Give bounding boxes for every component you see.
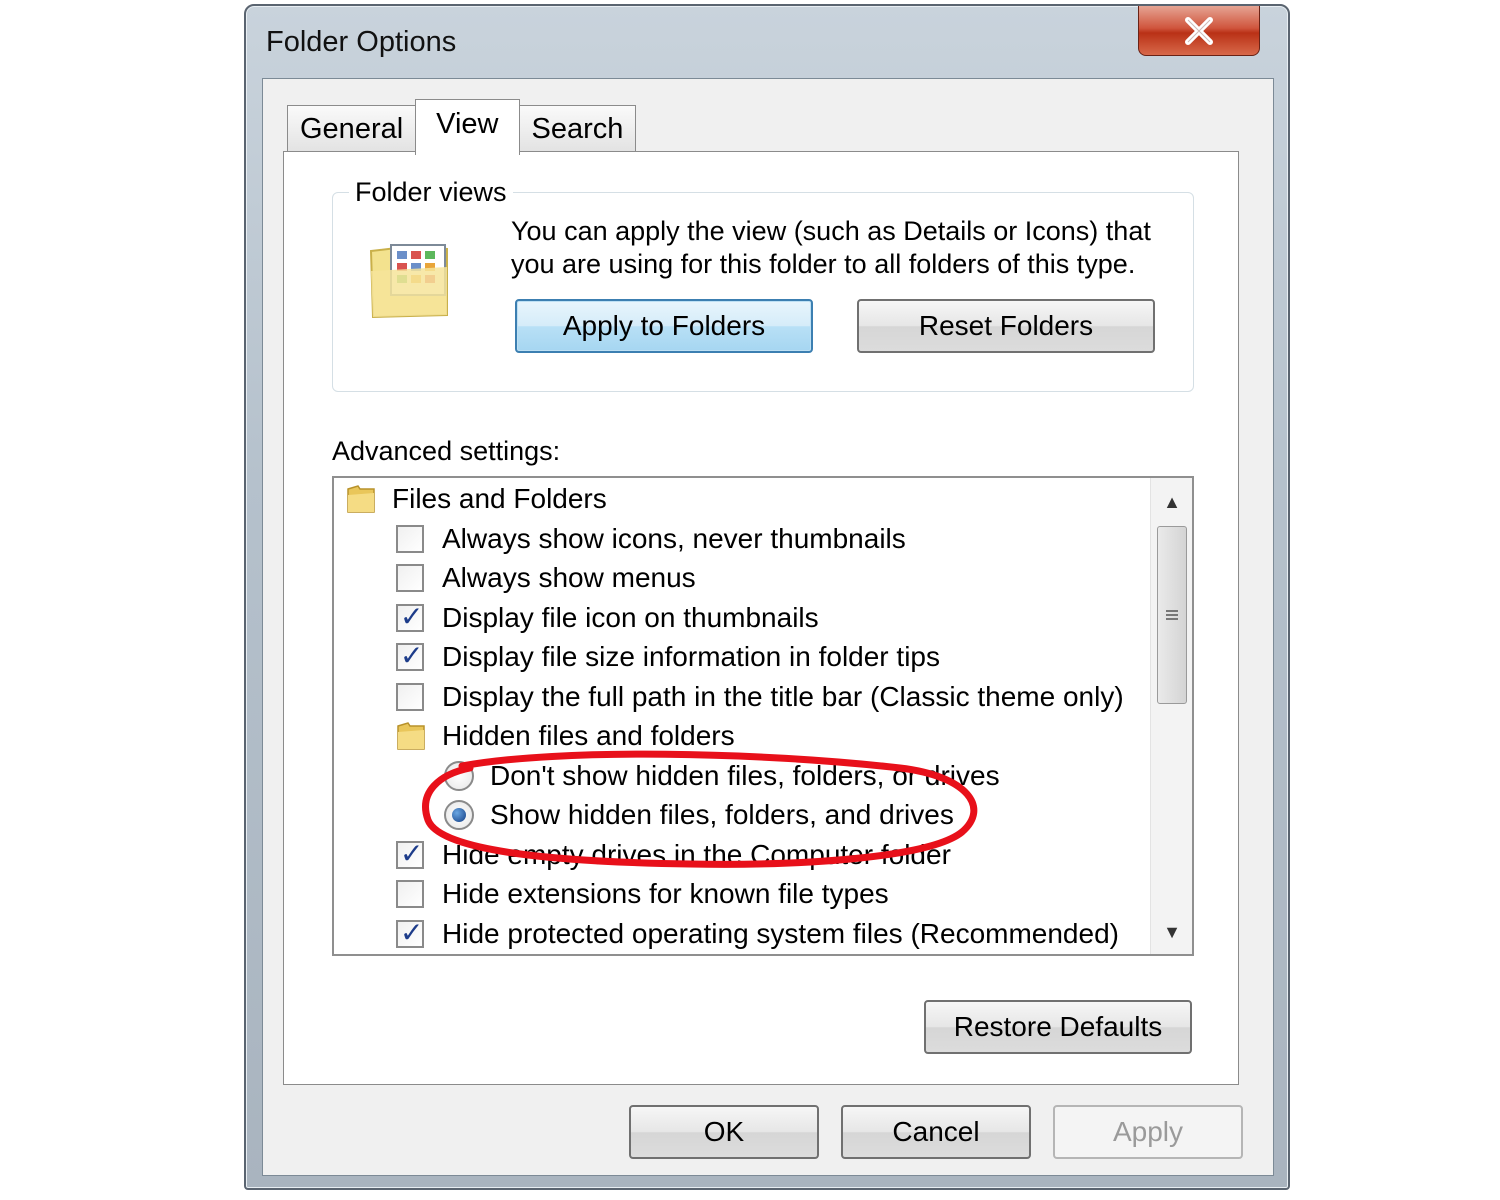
- advanced-settings-tree[interactable]: Files and Folders Always show icons, nev…: [332, 476, 1194, 956]
- tree-item-label: Hidden files and folders: [442, 720, 735, 751]
- checkbox[interactable]: [396, 837, 424, 870]
- folder-icon: [347, 485, 375, 513]
- tree-item-checkbox[interactable]: Hide extensions for known file types: [396, 875, 889, 913]
- folder-views-legend: Folder views: [349, 177, 513, 208]
- tree-item-checkbox[interactable]: Hide empty drives in the Computer folder: [396, 836, 951, 874]
- tree-item-radio[interactable]: Show hidden files, folders, and drives: [444, 796, 954, 834]
- tree-item-label: Don't show hidden files, folders, or dri…: [490, 760, 1000, 791]
- tree-item-checkbox[interactable]: Always show menus: [396, 559, 696, 597]
- close-button[interactable]: [1138, 6, 1260, 56]
- folder-views-group: Folder views You can apply the view (suc…: [332, 177, 1194, 392]
- tree-item-checkbox[interactable]: Display the full path in the title bar (…: [396, 678, 1124, 716]
- tree-item-checkbox[interactable]: Hide protected operating system files (R…: [396, 915, 1119, 953]
- view-tab-panel: Folder views You can apply the view (suc…: [283, 151, 1239, 1085]
- checkbox[interactable]: [396, 639, 424, 672]
- radio-button[interactable]: [444, 800, 474, 830]
- tree-folder-files-and-folders[interactable]: Files and Folders: [346, 480, 607, 518]
- checkbox[interactable]: [396, 525, 424, 553]
- folder-icon: [397, 722, 425, 750]
- checkbox[interactable]: [396, 880, 424, 908]
- tab-search[interactable]: Search: [518, 105, 637, 153]
- close-icon: [1185, 16, 1213, 45]
- scroll-up-icon[interactable]: ▲: [1151, 482, 1192, 522]
- tree-item-label: Show hidden files, folders, and drives: [490, 799, 954, 830]
- checkbox[interactable]: [396, 600, 424, 633]
- ok-button[interactable]: OK: [629, 1105, 819, 1159]
- tree-item-label: Always show icons, never thumbnails: [442, 523, 906, 554]
- title-bar[interactable]: Folder Options: [246, 6, 1288, 76]
- checkbox[interactable]: [396, 916, 424, 949]
- tree-item-label: Display file icon on thumbnails: [442, 602, 819, 633]
- folder-view-icon: [369, 244, 448, 319]
- tab-general[interactable]: General: [287, 105, 417, 153]
- tree-item-label: Files and Folders: [392, 483, 607, 514]
- tree-item-label: Hide protected operating system files (R…: [442, 918, 1119, 949]
- tree-item-radio[interactable]: Don't show hidden files, folders, or dri…: [444, 757, 1000, 795]
- scroll-thumb[interactable]: [1157, 526, 1187, 704]
- tree-item-label: Hide extensions for known file types: [442, 878, 889, 909]
- window-title: Folder Options: [266, 26, 457, 58]
- scroll-down-icon[interactable]: ▼: [1151, 912, 1192, 952]
- tab-strip: General View Search: [287, 97, 637, 155]
- tree-folder-hidden-files[interactable]: Hidden files and folders: [396, 717, 735, 755]
- apply-to-folders-button[interactable]: Apply to Folders: [515, 299, 813, 353]
- dialog-client-area: General View Search Folder views You can…: [262, 78, 1274, 1176]
- tree-item-checkbox[interactable]: Display file icon on thumbnails: [396, 599, 819, 637]
- reset-folders-button[interactable]: Reset Folders: [857, 299, 1155, 353]
- tree-item-label: Always show menus: [442, 562, 696, 593]
- cancel-button[interactable]: Cancel: [841, 1105, 1031, 1159]
- tree-item-label: Display file size information in folder …: [442, 641, 940, 672]
- restore-defaults-button[interactable]: Restore Defaults: [924, 1000, 1192, 1054]
- advanced-settings-label: Advanced settings:: [332, 436, 561, 466]
- vertical-scrollbar[interactable]: ▲ ▼: [1150, 478, 1192, 954]
- checkbox[interactable]: [396, 564, 424, 592]
- apply-button[interactable]: Apply: [1053, 1105, 1243, 1159]
- folder-views-description: You can apply the view (such as Details …: [511, 216, 1151, 279]
- grip-icon: [1166, 610, 1178, 620]
- tree-item-label: Hide empty drives in the Computer folder: [442, 839, 951, 870]
- tree-item-checkbox[interactable]: Always show icons, never thumbnails: [396, 520, 906, 558]
- folder-options-dialog: Folder Options General View Search Folde…: [244, 4, 1290, 1190]
- tree-item-checkbox[interactable]: Display file size information in folder …: [396, 638, 940, 676]
- tree-item-label: Display the full path in the title bar (…: [442, 681, 1124, 712]
- checkbox[interactable]: [396, 683, 424, 711]
- radio-button[interactable]: [444, 761, 474, 791]
- tab-view[interactable]: View: [415, 99, 520, 155]
